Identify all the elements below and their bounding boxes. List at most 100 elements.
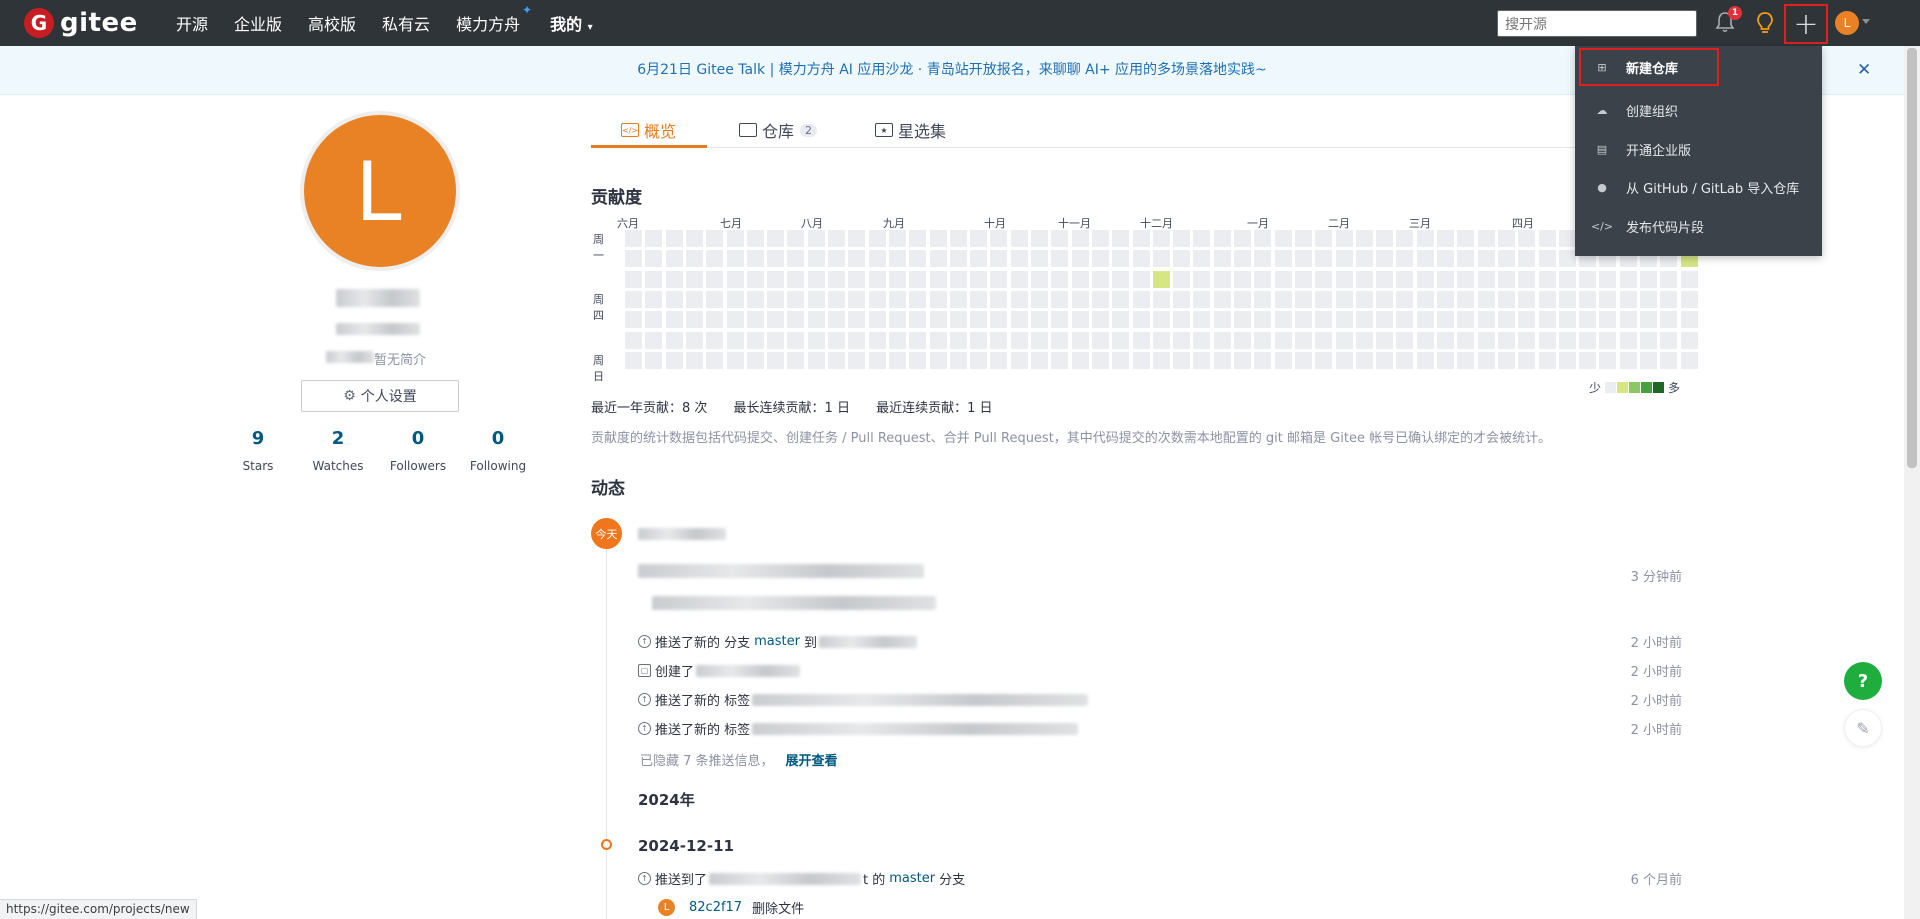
contribution-cell[interactable] <box>848 290 866 308</box>
contribution-cell[interactable] <box>1457 230 1475 247</box>
contribution-cell[interactable] <box>1396 351 1414 369</box>
contribution-cell[interactable] <box>807 311 825 329</box>
contribution-cell[interactable] <box>1599 290 1617 308</box>
page-scrollbar[interactable] <box>1904 46 1920 919</box>
contribution-cell[interactable] <box>949 290 967 308</box>
contribution-cell[interactable] <box>990 270 1008 288</box>
contribution-cell[interactable] <box>807 331 825 349</box>
contribution-cell[interactable] <box>625 250 642 268</box>
tab-star-collections[interactable]: ★ 星选集 <box>875 118 946 142</box>
lightbulb-icon[interactable] <box>1754 10 1776 36</box>
contribution-cell[interactable] <box>706 250 724 268</box>
contribution-cell[interactable] <box>909 250 927 268</box>
contribution-cell[interactable] <box>1335 290 1353 308</box>
scrollbar-thumb[interactable] <box>1907 48 1917 468</box>
contribution-cell[interactable] <box>1112 331 1130 349</box>
contribution-cell[interactable] <box>1335 351 1353 369</box>
search-box[interactable] <box>1497 10 1697 37</box>
contribution-cell[interactable] <box>1294 290 1312 308</box>
contribution-cell[interactable] <box>970 331 988 349</box>
contribution-cell[interactable] <box>746 230 764 247</box>
contribution-cell[interactable] <box>1091 351 1109 369</box>
contribution-cell[interactable] <box>645 331 663 349</box>
contribution-cell[interactable] <box>1538 250 1556 268</box>
contribution-cell[interactable] <box>746 311 764 329</box>
contribution-cell[interactable] <box>888 250 906 268</box>
contribution-cell[interactable] <box>1132 230 1150 247</box>
contribution-cell[interactable] <box>1396 331 1414 349</box>
contribution-cell[interactable] <box>929 250 947 268</box>
contribution-cell[interactable] <box>868 230 886 247</box>
contribution-cell[interactable] <box>1213 351 1231 369</box>
contribution-cell[interactable] <box>1051 230 1069 247</box>
contribution-cell[interactable] <box>1213 270 1231 288</box>
contribution-cell[interactable] <box>645 311 663 329</box>
contribution-cell[interactable] <box>645 351 663 369</box>
repo-link-redacted[interactable] <box>819 635 917 648</box>
contribution-cell[interactable] <box>1091 290 1109 308</box>
contribution-cell[interactable] <box>685 250 703 268</box>
contribution-cell[interactable] <box>909 351 927 369</box>
contribution-cell[interactable] <box>1254 250 1272 268</box>
contribution-cell[interactable] <box>787 250 805 268</box>
contribution-cell[interactable] <box>1071 250 1089 268</box>
contribution-cell[interactable] <box>1579 351 1597 369</box>
contribution-cell[interactable] <box>625 351 642 369</box>
contribution-cell[interactable] <box>1112 230 1130 247</box>
contribution-cell[interactable] <box>1335 311 1353 329</box>
contribution-cell[interactable] <box>1294 331 1312 349</box>
contribution-cell[interactable] <box>1396 311 1414 329</box>
contribution-cell[interactable] <box>1680 351 1698 369</box>
contribution-cell[interactable] <box>1010 230 1028 247</box>
contribution-cell[interactable] <box>1660 351 1678 369</box>
contribution-cell[interactable] <box>685 230 703 247</box>
contribution-cell[interactable] <box>1234 311 1251 329</box>
contribution-cell[interactable] <box>1518 270 1536 288</box>
contribution-cell[interactable] <box>1315 311 1333 329</box>
contribution-cell[interactable] <box>1234 230 1251 247</box>
contribution-cell[interactable] <box>685 331 703 349</box>
contribution-cell[interactable] <box>807 230 825 247</box>
contribution-cell[interactable] <box>1315 250 1333 268</box>
contribution-cell[interactable] <box>1416 230 1434 247</box>
contribution-cell[interactable] <box>706 270 724 288</box>
contribution-cell[interactable] <box>1071 311 1089 329</box>
contribution-cell[interactable] <box>1457 311 1475 329</box>
contribution-cell[interactable] <box>1193 270 1211 288</box>
menu-item-enterprise[interactable]: ▤ 开通企业版 <box>1575 130 1822 168</box>
contribution-cell[interactable] <box>990 290 1008 308</box>
contribution-cell[interactable] <box>888 331 906 349</box>
contribution-cell[interactable] <box>1538 311 1556 329</box>
contribution-cell[interactable] <box>807 351 825 369</box>
contribution-cell[interactable] <box>1497 290 1515 308</box>
contribution-cell[interactable] <box>1579 311 1597 329</box>
nav-link-enterprise[interactable]: 企业版 <box>234 11 282 35</box>
help-button[interactable]: ? <box>1844 662 1882 700</box>
contribution-cell[interactable] <box>1152 230 1170 247</box>
contribution-cell[interactable] <box>949 230 967 247</box>
contribution-cell[interactable] <box>1518 250 1536 268</box>
contribution-cell[interactable] <box>1071 351 1089 369</box>
contribution-cell[interactable] <box>909 230 927 247</box>
contribution-cell[interactable] <box>1640 270 1657 288</box>
contribution-cell[interactable] <box>1497 250 1515 268</box>
contribution-cell[interactable] <box>767 270 785 288</box>
contribution-cell[interactable] <box>1437 290 1454 308</box>
contribution-cell[interactable] <box>645 230 663 247</box>
profile-avatar[interactable]: L <box>300 111 460 271</box>
tag-link-redacted[interactable] <box>752 693 1089 706</box>
contribution-cell[interactable] <box>1355 270 1373 288</box>
contribution-cell[interactable] <box>706 351 724 369</box>
menu-item-create-organization[interactable]: ☁ 创建组织 <box>1575 91 1822 129</box>
contribution-cell[interactable] <box>1152 290 1170 308</box>
contribution-cell[interactable] <box>1619 311 1637 329</box>
nav-mine-menu[interactable]: 我的 ▾ <box>550 11 593 35</box>
contribution-cell[interactable] <box>1599 311 1617 329</box>
contribution-cell[interactable] <box>1132 311 1150 329</box>
contribution-cell[interactable] <box>1335 331 1353 349</box>
personal-settings-button[interactable]: ⚙ 个人设置 <box>301 380 459 412</box>
contribution-cell[interactable] <box>1497 331 1515 349</box>
contribution-cell[interactable] <box>970 250 988 268</box>
contribution-cell[interactable] <box>1193 351 1211 369</box>
contribution-cell[interactable] <box>949 351 967 369</box>
